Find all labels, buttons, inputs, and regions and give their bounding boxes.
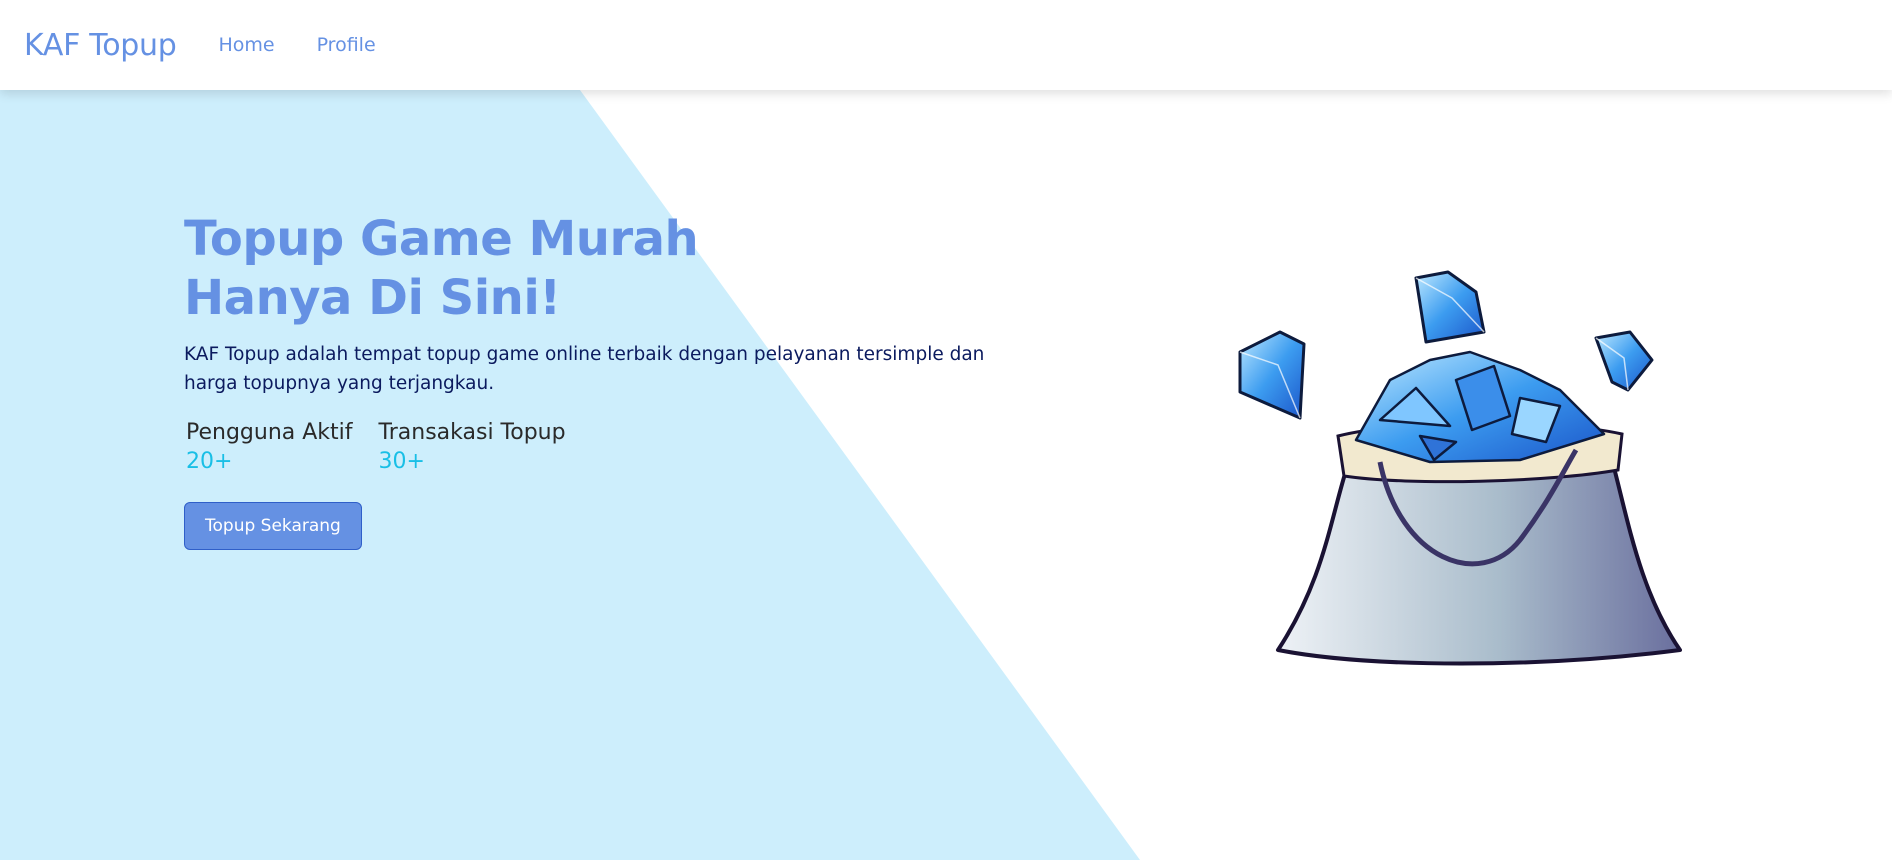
stat-value: 20+ [186,449,233,474]
topup-now-button[interactable]: Topup Sekarang [184,502,362,550]
hero-headline: Topup Game Murah Hanya Di Sini! [184,211,699,326]
diamond-icon [1238,330,1306,420]
stat-label: Transakasi Topup [378,420,566,445]
diamond-icon [1594,330,1654,392]
nav-link-home[interactable]: Home [218,34,274,56]
navbar: KAF Topup Home Profile [0,0,1892,90]
diamond-icon [1414,270,1486,344]
stats-row: Pengguna Aktif 20+ Transakasi Topup 30+ [184,418,1024,476]
hero-section: Topup Game Murah Hanya Di Sini! KAF Topu… [0,90,1892,860]
stat-active-users: Pengguna Aktif 20+ [186,418,353,476]
stat-topup-transactions: Transakasi Topup 30+ [379,418,566,476]
hero-description: KAF Topup adalah tempat topup game onlin… [184,344,985,394]
stat-value: 30+ [378,449,425,474]
nav-link-profile[interactable]: Profile [317,34,376,56]
brand-logo[interactable]: KAF Topup [24,28,177,63]
hero-content: Topup Game Murah Hanya Di Sini! KAF Topu… [184,210,1024,550]
stat-label: Pengguna Aktif [186,420,353,445]
diamond-bag-icon [1238,270,1682,666]
